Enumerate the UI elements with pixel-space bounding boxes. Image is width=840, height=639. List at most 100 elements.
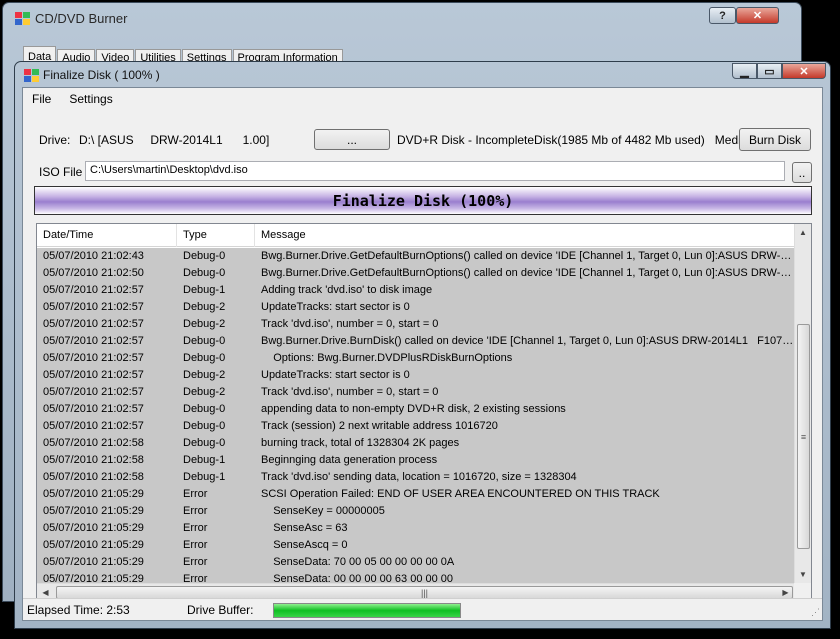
log-header: Date/Time Type Message bbox=[37, 224, 794, 247]
log-datetime: 05/07/2010 21:02:57 bbox=[43, 318, 144, 330]
help-button[interactable]: ? bbox=[709, 7, 736, 24]
log-rows: 05/07/2010 21:02:43 Debug-0 Bwg.Burner.Dri… bbox=[37, 248, 794, 585]
log-type: Debug-2 bbox=[183, 386, 226, 398]
maximize-button[interactable]: ▭ bbox=[757, 63, 782, 79]
drive-browse-button[interactable]: ... bbox=[314, 129, 390, 150]
resize-grip-icon[interactable]: ⋰ bbox=[811, 607, 820, 618]
log-row[interactable]: 05/07/2010 21:02:58 Debug-0 burning track,… bbox=[37, 435, 794, 452]
log-message: Track 'dvd.iso', number = 0, start = 0 bbox=[261, 318, 439, 330]
log-type: Debug-0 bbox=[183, 420, 226, 432]
log-datetime: 05/07/2010 21:02:57 bbox=[43, 352, 144, 364]
log-row[interactable]: 05/07/2010 21:02:58 Debug-1 Track 'dvd.iso… bbox=[37, 469, 794, 486]
disk-info: DVD+R Disk - IncompleteDisk(1985 Mb of 4… bbox=[397, 133, 782, 147]
log-datetime: 05/07/2010 21:02:58 bbox=[43, 471, 144, 483]
close-button[interactable]: ✕ bbox=[782, 63, 826, 79]
log-datetime: 05/07/2010 21:05:29 bbox=[43, 539, 144, 551]
close-button[interactable]: ✕ bbox=[736, 7, 779, 24]
log-type: Debug-2 bbox=[183, 369, 226, 381]
log-type: Debug-1 bbox=[183, 471, 226, 483]
log-type: Debug-0 bbox=[183, 403, 226, 415]
log-type: Error bbox=[183, 539, 208, 551]
iso-browse-button[interactable]: .. bbox=[792, 162, 812, 183]
drive-buffer-progress bbox=[273, 603, 461, 618]
log-message: Track 'dvd.iso', number = 0, start = 0 bbox=[261, 386, 439, 398]
log-row[interactable]: 05/07/2010 21:02:43 Debug-0 Bwg.Burner.Dri… bbox=[37, 248, 794, 265]
menu-settings[interactable]: Settings bbox=[69, 92, 112, 106]
log-datetime: 05/07/2010 21:02:43 bbox=[43, 250, 144, 262]
log-type: Debug-0 bbox=[183, 267, 226, 279]
vertical-scroll-thumb[interactable]: ≡ bbox=[797, 324, 810, 549]
log-datetime: 05/07/2010 21:02:57 bbox=[43, 284, 144, 296]
log-datetime: 05/07/2010 21:05:29 bbox=[43, 522, 144, 534]
log-message: Adding track 'dvd.iso' to disk image bbox=[261, 284, 433, 296]
column-header-message[interactable]: Message bbox=[255, 224, 796, 247]
column-header-datetime[interactable]: Date/Time bbox=[37, 224, 177, 247]
log-list[interactable]: Date/Time Type Message 05/07/2010 21:02:… bbox=[36, 223, 812, 601]
log-row[interactable]: 05/07/2010 21:02:57 Debug-2 Track 'dvd.iso… bbox=[37, 316, 794, 333]
log-row[interactable]: 05/07/2010 21:02:57 Debug-2 Track 'dvd.iso… bbox=[37, 384, 794, 401]
drive-buffer-fill bbox=[274, 604, 460, 617]
log-datetime: 05/07/2010 21:05:29 bbox=[43, 556, 144, 568]
log-row[interactable]: 05/07/2010 21:02:58 Debug-1 Beginnging dat… bbox=[37, 452, 794, 469]
log-type: Debug-2 bbox=[183, 301, 226, 313]
log-datetime: 05/07/2010 21:05:29 bbox=[43, 488, 144, 500]
menu-bar: File Settings bbox=[23, 88, 822, 110]
log-type: Debug-2 bbox=[183, 318, 226, 330]
log-message: Track 'dvd.iso' sending data, location =… bbox=[261, 471, 577, 483]
log-row[interactable]: 05/07/2010 21:05:29 Error SenseData: 70 0… bbox=[37, 554, 794, 571]
window-title: Finalize Disk ( 100% ) bbox=[43, 68, 160, 82]
log-datetime: 05/07/2010 21:02:57 bbox=[43, 301, 144, 313]
log-datetime: 05/07/2010 21:02:57 bbox=[43, 386, 144, 398]
log-message: Bwg.Burner.Drive.GetDefaultBurnOptions()… bbox=[261, 267, 794, 279]
log-type: Debug-0 bbox=[183, 250, 226, 262]
scroll-up-icon[interactable]: ▲ bbox=[795, 224, 811, 241]
menu-file[interactable]: File bbox=[32, 92, 51, 106]
log-datetime: 05/07/2010 21:02:57 bbox=[43, 335, 144, 347]
log-row[interactable]: 05/07/2010 21:02:57 Debug-2 UpdateTracks: … bbox=[37, 367, 794, 384]
log-datetime: 05/07/2010 21:02:57 bbox=[43, 403, 144, 415]
log-row[interactable]: 05/07/2010 21:02:57 Debug-1 Adding track '… bbox=[37, 282, 794, 299]
scroll-down-icon[interactable]: ▼ bbox=[795, 566, 811, 583]
log-datetime: 05/07/2010 21:02:50 bbox=[43, 267, 144, 279]
log-message: Options: Bwg.Burner.DVDPlusRDiskBurnOpti… bbox=[261, 352, 513, 364]
drive-buffer-label: Drive Buffer: bbox=[187, 603, 254, 617]
log-message: SenseAscq = 0 bbox=[261, 539, 348, 551]
log-row[interactable]: 05/07/2010 21:05:29 Error SenseKey = 0000… bbox=[37, 503, 794, 520]
minimize-button[interactable]: ▁ bbox=[732, 63, 757, 79]
background-window-title: CD/DVD Burner bbox=[35, 11, 128, 26]
log-row[interactable]: 05/07/2010 21:02:57 Debug-0 Options: Bwg.… bbox=[37, 350, 794, 367]
log-row[interactable]: 05/07/2010 21:02:57 Debug-0 Bwg.Burner.Dri… bbox=[37, 333, 794, 350]
log-type: Debug-1 bbox=[183, 284, 226, 296]
progress-banner: Finalize Disk (100%) bbox=[34, 186, 812, 215]
drive-value[interactable]: D:\ [ASUS DRW-2014L1 1.00] bbox=[79, 133, 269, 147]
log-datetime: 05/07/2010 21:02:58 bbox=[43, 437, 144, 449]
log-datetime: 05/07/2010 21:02:57 bbox=[43, 369, 144, 381]
log-row[interactable]: 05/07/2010 21:05:29 Error SenseAscq = 0 bbox=[37, 537, 794, 554]
window-client: File Settings Drive: D:\ [ASUS DRW-2014L… bbox=[22, 87, 823, 621]
finalize-disk-window: Finalize Disk ( 100% ) ▁ ▭ ✕ File Settin… bbox=[14, 61, 831, 629]
burn-disk-button[interactable]: Burn Disk bbox=[739, 128, 811, 151]
log-row[interactable]: 05/07/2010 21:02:57 Debug-0 appending data… bbox=[37, 401, 794, 418]
log-message: UpdateTracks: start sector is 0 bbox=[261, 369, 410, 381]
log-message: appending data to non-empty DVD+R disk, … bbox=[261, 403, 566, 415]
log-row[interactable]: 05/07/2010 21:05:29 Error SCSI Operation F… bbox=[37, 486, 794, 503]
log-row[interactable]: 05/07/2010 21:02:57 Debug-0 Track (session… bbox=[37, 418, 794, 435]
log-row[interactable]: 05/07/2010 21:05:29 Error SenseAsc = 63 bbox=[37, 520, 794, 537]
log-row[interactable]: 05/07/2010 21:02:50 Debug-0 Bwg.Burner.Dri… bbox=[37, 265, 794, 282]
app-icon bbox=[15, 12, 31, 29]
column-header-type[interactable]: Type bbox=[177, 224, 255, 247]
log-datetime: 05/07/2010 21:05:29 bbox=[43, 505, 144, 517]
log-message: Track (session) 2 next writable address … bbox=[261, 420, 498, 432]
iso-file-label: ISO File bbox=[39, 165, 83, 179]
log-type: Debug-0 bbox=[183, 335, 226, 347]
log-row[interactable]: 05/07/2010 21:02:57 Debug-2 UpdateTracks: … bbox=[37, 299, 794, 316]
log-type: Error bbox=[183, 488, 208, 500]
iso-file-input[interactable]: C:\Users\martin\Desktop\dvd.iso bbox=[85, 161, 785, 181]
log-message: Beginnging data generation process bbox=[261, 454, 438, 466]
elapsed-time: Elapsed Time: 2:53 bbox=[27, 603, 130, 617]
drive-label: Drive: bbox=[39, 133, 71, 147]
log-type: Error bbox=[183, 505, 208, 517]
vertical-scrollbar[interactable]: ▲ ≡ ▼ bbox=[794, 224, 811, 583]
log-message: SenseData: 70 00 05 00 00 00 00 0A bbox=[261, 556, 455, 568]
log-type: Error bbox=[183, 522, 208, 534]
